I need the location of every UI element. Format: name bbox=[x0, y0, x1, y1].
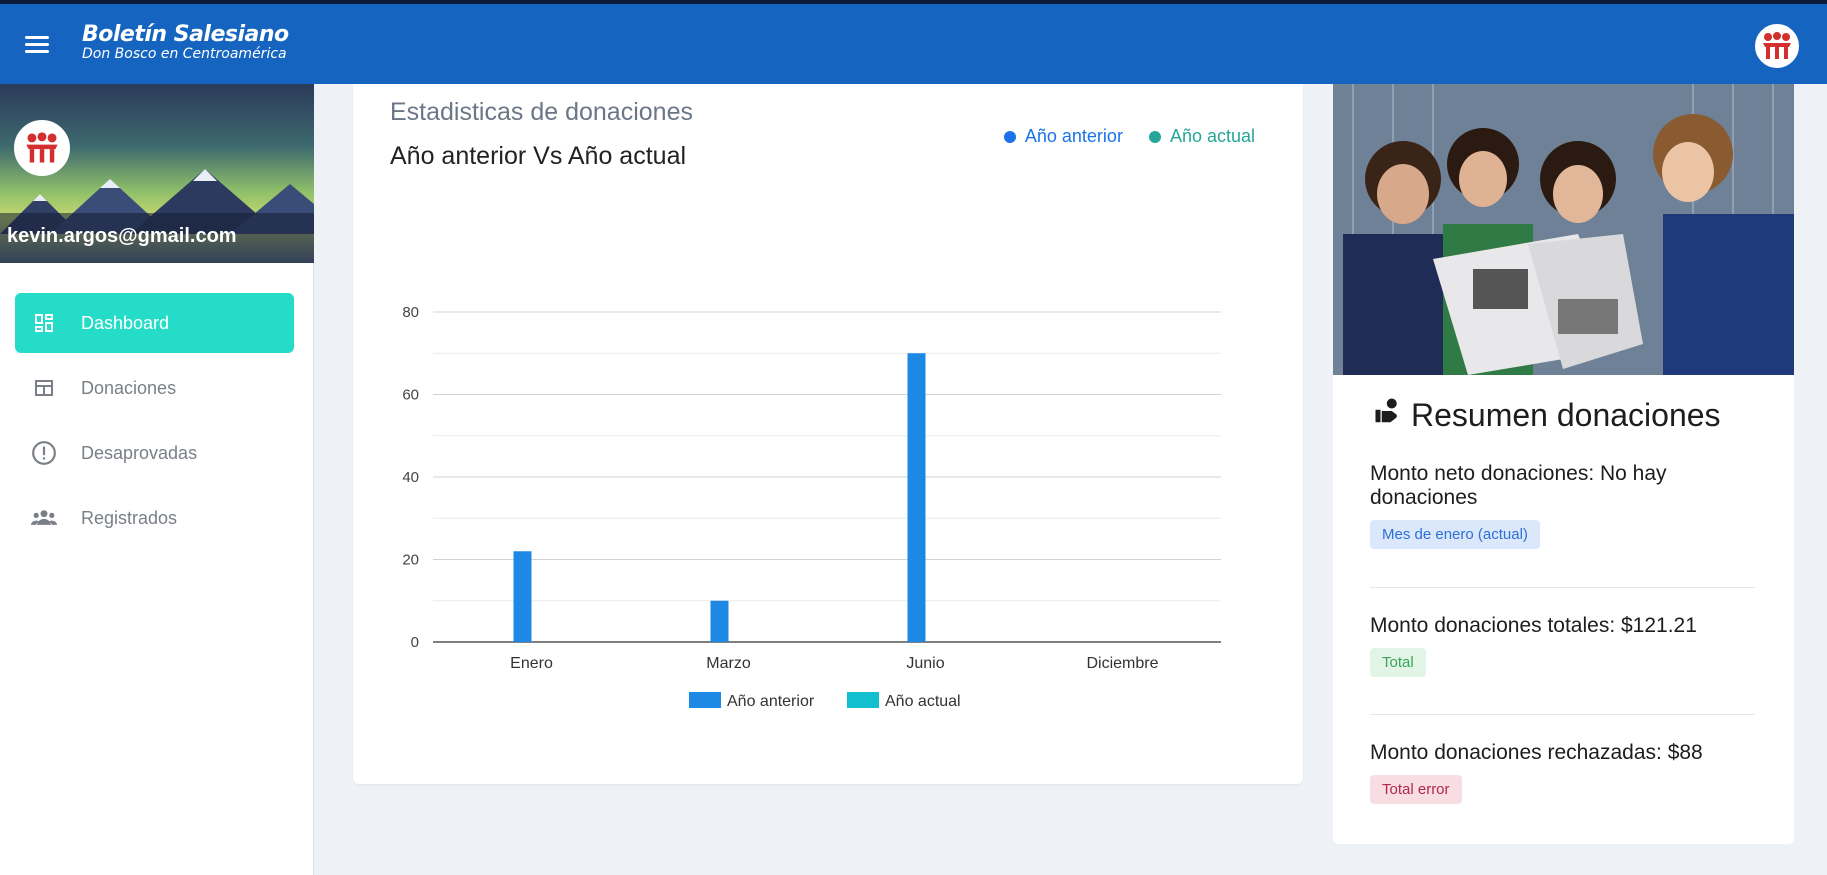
summary-title-label: Resumen donaciones bbox=[1411, 396, 1721, 433]
summary-badge: Total error bbox=[1370, 775, 1462, 804]
summary-card: Resumen donaciones Monto neto donaciones… bbox=[1333, 84, 1794, 844]
children-reading-photo bbox=[1333, 84, 1794, 375]
alert-circle-icon bbox=[31, 440, 57, 466]
sidebar-item-dashboard[interactable]: Dashboard bbox=[15, 293, 294, 353]
table-icon bbox=[31, 375, 57, 401]
brand-subtitle: Don Bosco en Centroamérica bbox=[82, 46, 287, 62]
summary-total-donations: Monto donaciones totales: $121.21 Total bbox=[1370, 614, 1755, 677]
y-tick-label: 40 bbox=[402, 469, 419, 486]
bar bbox=[513, 551, 532, 642]
sidebar-item-donaciones[interactable]: Donaciones bbox=[15, 358, 294, 418]
legend-swatch bbox=[689, 692, 721, 708]
sidebar-item-label: Desaprovadas bbox=[81, 442, 198, 463]
sidebar-item-label: Registrados bbox=[81, 507, 178, 528]
bar bbox=[710, 600, 729, 642]
people-icon bbox=[31, 505, 57, 531]
summary-net-donations: Monto neto donaciones: No hay donaciones… bbox=[1370, 462, 1755, 549]
profile-avatar[interactable] bbox=[14, 120, 70, 176]
summary-label: Monto donaciones totales: $121.21 bbox=[1370, 614, 1697, 637]
summary-label: Monto donaciones rechazadas: $88 bbox=[1370, 741, 1703, 764]
sidebar-item-label: Dashboard bbox=[81, 312, 170, 333]
legend-swatch bbox=[847, 692, 879, 708]
y-tick-label: 0 bbox=[411, 634, 419, 651]
summary-title: Resumen donaciones bbox=[1373, 396, 1721, 434]
top-app-bar: Boletín Salesiano Don Bosco en Centroamé… bbox=[0, 0, 1827, 84]
sidebar-item-desaprovadas[interactable]: Desaprovadas bbox=[15, 423, 294, 483]
bar-chart: 0 20 40 60 80 Enero Marzo Junio Diciembre Año ant… bbox=[402, 304, 1221, 710]
menu-icon[interactable] bbox=[22, 32, 52, 58]
legend-label: Año actual bbox=[885, 693, 961, 710]
brand-title: Boletín Salesiano bbox=[82, 22, 289, 47]
summary-badge: Total bbox=[1370, 648, 1426, 677]
profile-email: kevin.argos@gmail.com bbox=[0, 213, 314, 263]
summary-label: Monto neto donaciones: No hay donaciones bbox=[1370, 462, 1667, 509]
x-tick-label: Enero bbox=[510, 655, 553, 672]
divider bbox=[1370, 714, 1755, 715]
sidebar-nav: Dashboard Donaciones Desaprovadas Regist… bbox=[15, 293, 294, 553]
y-tick-label: 80 bbox=[402, 304, 419, 321]
y-tick-label: 20 bbox=[402, 552, 419, 569]
summary-badge: Mes de enero (actual) bbox=[1370, 520, 1540, 549]
sidebar-item-registrados[interactable]: Registrados bbox=[15, 488, 294, 548]
salesian-logo-icon bbox=[1763, 32, 1791, 59]
x-tick-label: Junio bbox=[906, 655, 944, 672]
dashboard-icon bbox=[31, 310, 57, 336]
y-tick-label: 60 bbox=[402, 387, 419, 404]
summary-rejected-donations: Monto donaciones rechazadas: $88 Total e… bbox=[1370, 741, 1755, 804]
x-tick-label: Diciembre bbox=[1086, 655, 1158, 672]
x-tick-label: Marzo bbox=[706, 655, 751, 672]
brand-logo[interactable]: Boletín Salesiano Don Bosco en Centroamé… bbox=[82, 22, 289, 63]
divider bbox=[1370, 587, 1755, 588]
donations-chart-card: Estadisticas de donaciones Año anterior … bbox=[353, 84, 1303, 784]
hand-coin-icon bbox=[1373, 396, 1403, 434]
photo-illustration bbox=[1333, 84, 1794, 375]
bar bbox=[907, 353, 926, 642]
legend-label: Año anterior bbox=[727, 693, 815, 710]
profile-banner: kevin.argos@gmail.com bbox=[0, 84, 314, 263]
sidebar: kevin.argos@gmail.com Dashboard Donacion… bbox=[0, 84, 314, 875]
salesian-logo-icon bbox=[26, 132, 58, 163]
sidebar-item-label: Donaciones bbox=[81, 377, 177, 398]
user-avatar[interactable] bbox=[1755, 24, 1799, 68]
